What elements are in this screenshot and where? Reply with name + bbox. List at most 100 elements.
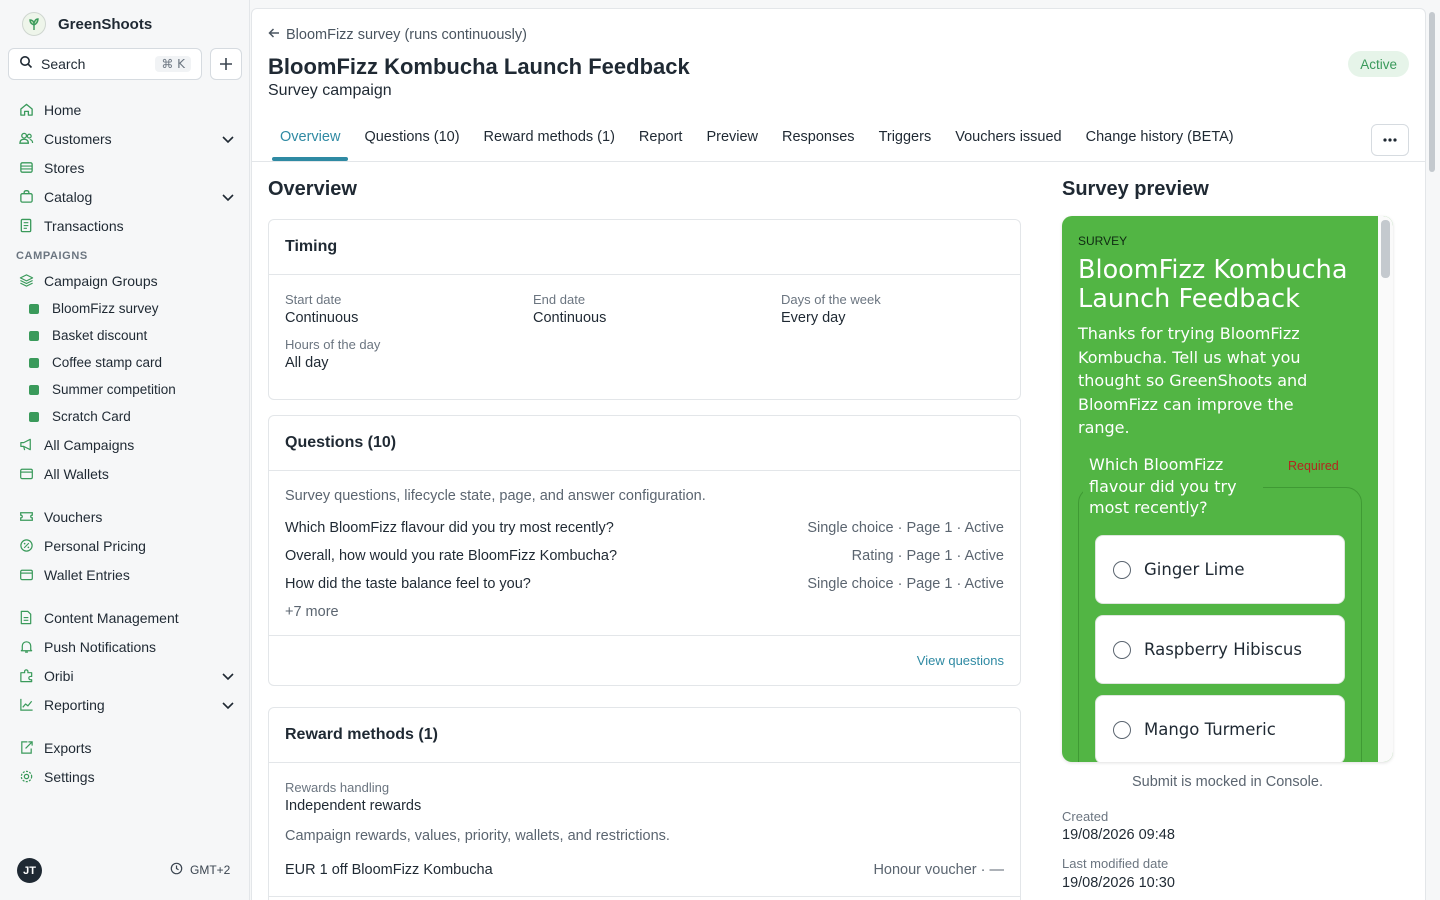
- chevron-down-icon[interactable]: [220, 131, 236, 147]
- sub-item-label: Summer competition: [52, 382, 176, 397]
- question-row[interactable]: How did the taste balance feel to you? S…: [285, 570, 1004, 598]
- status-badge: Active: [1348, 51, 1409, 77]
- nav-push-notifications-label: Push Notifications: [44, 638, 157, 655]
- nav-transactions-label: Transactions: [44, 217, 124, 234]
- tab-change-history[interactable]: Change history (BETA): [1074, 123, 1246, 161]
- survey-eyebrow: SURVEY: [1078, 234, 1128, 248]
- timing-title: Timing: [269, 220, 1020, 275]
- document-icon: [18, 610, 34, 626]
- question-row[interactable]: Overall, how would you rate BloomFizz Ko…: [285, 542, 1004, 570]
- question-text: Which BloomFizz flavour did you try most…: [285, 520, 614, 536]
- preview-scrollbar[interactable]: [1378, 216, 1393, 762]
- nav-wallet-entries[interactable]: Wallet Entries: [0, 560, 250, 589]
- puzzle-icon: [18, 668, 34, 684]
- nav-campaign-bloomfizz[interactable]: BloomFizz survey: [0, 295, 250, 322]
- sub-item-label: BloomFizz survey: [52, 301, 159, 316]
- chevron-down-icon[interactable]: [220, 668, 236, 684]
- question-meta: Single choice · Page 1 · Active: [807, 520, 1004, 536]
- days-of-week-label: Days of the week: [781, 292, 881, 307]
- nav-settings[interactable]: Settings: [0, 762, 250, 791]
- brand[interactable]: GreenShoots: [22, 12, 152, 36]
- timezone-indicator[interactable]: GMT+2: [170, 862, 230, 878]
- questions-title: Questions (10): [269, 416, 1020, 471]
- nav-all-wallets[interactable]: All Wallets: [0, 459, 250, 488]
- question-text: How did the taste balance feel to you?: [285, 576, 531, 592]
- nav-transactions[interactable]: Transactions: [0, 211, 250, 240]
- reward-row[interactable]: EUR 1 off BloomFizz Kombucha Honour vouc…: [285, 856, 1004, 884]
- tab-preview[interactable]: Preview: [694, 123, 770, 161]
- tab-report[interactable]: Report: [627, 123, 695, 161]
- survey-preview-frame[interactable]: SURVEY BloomFizz Kombucha Launch Feedbac…: [1062, 216, 1393, 762]
- tab-triggers[interactable]: Triggers: [867, 123, 944, 161]
- page-scroll-thumb[interactable]: [1429, 12, 1435, 172]
- rewards-handling-label: Rewards handling: [285, 780, 390, 795]
- bell-icon: [18, 639, 34, 655]
- survey-question: Which BloomFizz flavour did you try most…: [1083, 454, 1263, 519]
- answer-option[interactable]: Raspberry Hibiscus: [1095, 615, 1345, 684]
- plus-icon: [220, 58, 232, 70]
- search-button[interactable]: Search ⌘ K: [8, 48, 202, 80]
- preview-scroll-thumb[interactable]: [1381, 220, 1390, 278]
- survey-preview-heading: Survey preview: [1062, 178, 1209, 200]
- nav-exports-label: Exports: [44, 739, 92, 756]
- back-link-label: BloomFizz survey (runs continuously): [286, 27, 527, 43]
- radio-button[interactable]: [1113, 640, 1131, 659]
- nav-reporting[interactable]: Reporting: [0, 690, 250, 719]
- answer-option-label: Mango Turmeric: [1144, 720, 1276, 739]
- nav-campaign-groups[interactable]: Campaign Groups: [0, 266, 250, 295]
- users-icon: [18, 131, 34, 147]
- answer-option-label: Raspberry Hibiscus: [1144, 640, 1302, 659]
- hours-of-day-label: Hours of the day: [285, 337, 381, 352]
- question-text: Overall, how would you rate BloomFizz Ko…: [285, 548, 618, 564]
- nav-push-notifications[interactable]: Push Notifications: [0, 632, 250, 661]
- nav-campaign-scratch[interactable]: Scratch Card: [0, 403, 250, 430]
- view-questions-link[interactable]: View questions: [917, 653, 1004, 668]
- radio-button[interactable]: [1113, 720, 1131, 739]
- group-color-swatch: [29, 330, 39, 341]
- nav-content-management[interactable]: Content Management: [0, 603, 250, 632]
- clock-icon: [170, 862, 183, 878]
- tab-questions[interactable]: Questions (10): [352, 123, 471, 161]
- tab-overview[interactable]: Overview: [268, 123, 352, 161]
- days-of-week-value: Every day: [781, 310, 846, 326]
- survey-description: Thanks for trying BloomFizz Kombucha. Te…: [1078, 324, 1308, 437]
- nav-catalog[interactable]: Catalog: [0, 182, 250, 211]
- group-color-swatch: [29, 357, 39, 368]
- create-button[interactable]: [210, 48, 242, 80]
- question-row[interactable]: Which BloomFizz flavour did you try most…: [285, 514, 1004, 542]
- answer-option[interactable]: Ginger Lime: [1095, 535, 1345, 604]
- radio-button[interactable]: [1113, 560, 1131, 579]
- main-panel: BloomFizz survey (runs continuously) Blo…: [251, 8, 1426, 900]
- questions-description: Survey questions, lifecycle state, page,…: [285, 488, 706, 504]
- nav-home[interactable]: Home: [0, 95, 250, 124]
- nav-campaign-summer[interactable]: Summer competition: [0, 376, 250, 403]
- tab-responses[interactable]: Responses: [770, 123, 867, 161]
- search-label: Search: [41, 56, 86, 72]
- more-actions-button[interactable]: [1371, 124, 1409, 156]
- nav-stores[interactable]: Stores: [0, 153, 250, 182]
- answer-option[interactable]: Mango Turmeric: [1095, 695, 1345, 762]
- avatar[interactable]: JT: [17, 858, 42, 883]
- nav-campaign-basket[interactable]: Basket discount: [0, 322, 250, 349]
- nav-vouchers[interactable]: Vouchers: [0, 502, 250, 531]
- chevron-down-icon[interactable]: [220, 697, 236, 713]
- nav-personal-pricing[interactable]: Personal Pricing: [0, 531, 250, 560]
- start-date-value: Continuous: [285, 310, 359, 326]
- chevron-down-icon[interactable]: [220, 189, 236, 205]
- question-meta: Rating · Page 1 · Active: [851, 548, 1004, 564]
- nav-stores-label: Stores: [44, 159, 85, 176]
- nav-exports[interactable]: Exports: [0, 733, 250, 762]
- nav-customers[interactable]: Customers: [0, 124, 250, 153]
- nav-campaign-coffee[interactable]: Coffee stamp card: [0, 349, 250, 376]
- tab-vouchers-issued[interactable]: Vouchers issued: [943, 123, 1073, 161]
- back-link[interactable]: BloomFizz survey (runs continuously): [268, 27, 527, 43]
- nav-oribi[interactable]: Oribi: [0, 661, 250, 690]
- modified-value: 19/08/2026 10:30: [1062, 875, 1175, 891]
- preview-note: Submit is mocked in Console.: [1132, 774, 1323, 790]
- group-color-swatch: [29, 384, 39, 395]
- tab-reward-methods[interactable]: Reward methods (1): [472, 123, 627, 161]
- arrow-left-icon: [268, 27, 280, 43]
- nav-all-campaigns[interactable]: All Campaigns: [0, 430, 250, 459]
- reward-name: EUR 1 off BloomFizz Kombucha: [285, 862, 493, 878]
- brand-name: GreenShoots: [58, 15, 153, 33]
